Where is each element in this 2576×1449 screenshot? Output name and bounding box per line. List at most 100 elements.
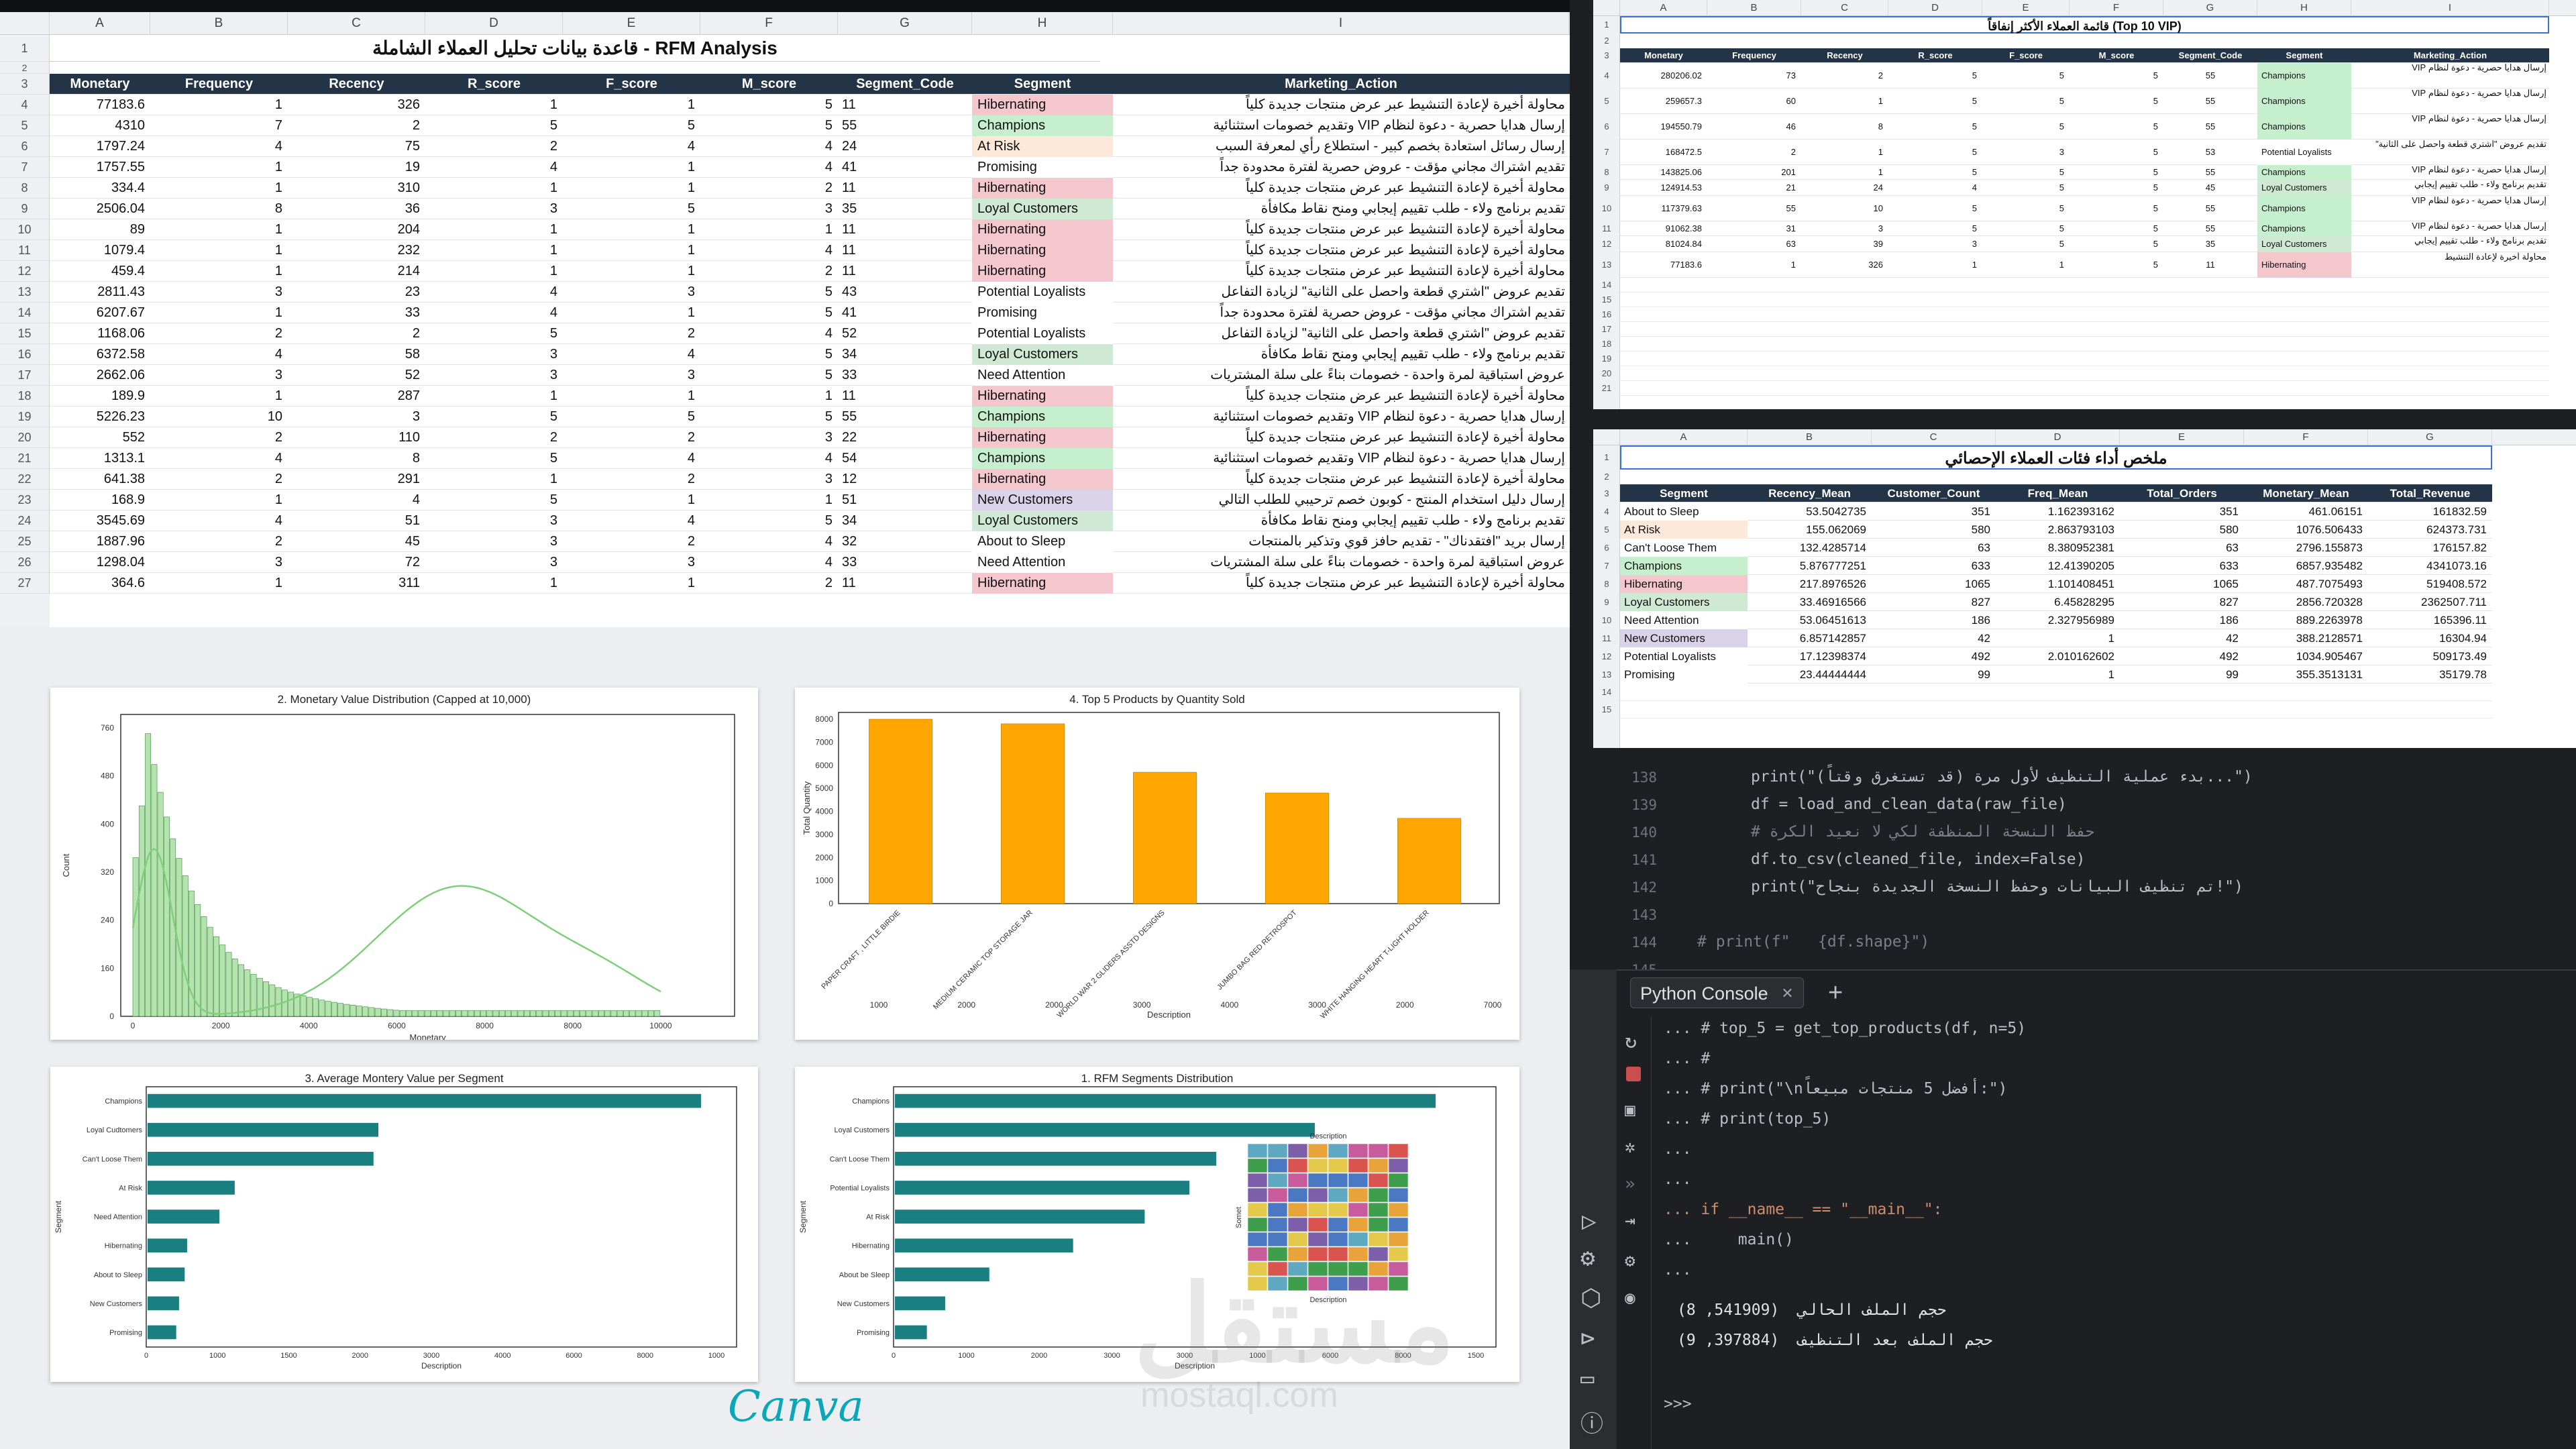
table-cell[interactable]: 176157.82: [2368, 539, 2492, 557]
table-cell[interactable]: 5: [700, 282, 838, 303]
column-header[interactable]: B: [1707, 0, 1801, 16]
table-cell[interactable]: 42: [2120, 629, 2244, 647]
table-cell[interactable]: 1: [563, 386, 700, 407]
row-number[interactable]: 17: [1593, 322, 1620, 337]
table-cell[interactable]: 6857.935482: [2244, 557, 2368, 575]
table-cell[interactable]: Champions: [2257, 89, 2351, 114]
table-cell[interactable]: إرسال هدايا حصرية - دعوة لنظام VIP: [2351, 221, 2549, 236]
table-cell[interactable]: 1: [563, 178, 700, 199]
table-cell[interactable]: 5226.23: [50, 407, 150, 427]
table-cell[interactable]: 492: [1872, 647, 1996, 665]
row-number[interactable]: 8: [1593, 165, 1620, 180]
table-cell[interactable]: 3: [425, 344, 563, 365]
row-number[interactable]: 7: [1593, 140, 1620, 165]
table-row[interactable]: 259657.3 60 1 5 5 5 55 Champions إرسال هدايا حصر…: [1620, 89, 2549, 114]
column-header[interactable]: D: [1888, 0, 1982, 16]
table-cell[interactable]: 1: [1996, 629, 2120, 647]
table-cell[interactable]: 1: [563, 303, 700, 323]
table-cell[interactable]: 55: [2163, 221, 2257, 236]
table-cell[interactable]: 33: [838, 365, 972, 386]
table-row[interactable]: 77183.6 1 326 1 1 5 11 Hibernating محاولة أخيرة …: [50, 95, 1570, 115]
row-number[interactable]: 5: [1593, 521, 1620, 539]
table-cell[interactable]: Potential Loyalists: [1620, 647, 1748, 665]
table-cell[interactable]: 52: [288, 365, 425, 386]
table-cell[interactable]: 1: [425, 261, 563, 282]
table-cell[interactable]: 55: [1707, 196, 1801, 221]
column-header[interactable]: I: [1113, 12, 1569, 35]
table-cell[interactable]: 186: [2120, 611, 2244, 629]
table-cell[interactable]: 4: [1888, 180, 1982, 196]
table-cell[interactable]: 5: [700, 511, 838, 531]
table-cell[interactable]: 3: [1982, 140, 2070, 165]
table-row[interactable]: 1079.4 1 232 1 1 4 11 Hibernating محاولة أخيرة ل…: [50, 240, 1570, 261]
table-cell[interactable]: تقديم برنامج ولاء - طلب تقييم إيجابي ومن…: [1113, 199, 1569, 219]
table-cell[interactable]: 23: [288, 282, 425, 303]
table-cell[interactable]: Hibernating: [972, 573, 1113, 594]
table-cell[interactable]: 5: [700, 115, 838, 136]
table-cell[interactable]: 827: [2120, 593, 2244, 611]
table-cell[interactable]: 33.46916566: [1748, 593, 1872, 611]
table-cell[interactable]: 35: [838, 199, 972, 219]
table-cell[interactable]: 143825.06: [1620, 165, 1707, 180]
row-number[interactable]: 15: [0, 323, 50, 344]
table-cell[interactable]: 280206.02: [1620, 63, 1707, 89]
row-number[interactable]: 15: [1593, 701, 1620, 718]
table-row[interactable]: 3545.69 4 51 3 4 5 34 Loyal Customers تقديم برنا…: [50, 511, 1570, 531]
table-cell[interactable]: 73: [1707, 63, 1801, 89]
table-cell[interactable]: 5: [563, 115, 700, 136]
table-cell[interactable]: 4: [150, 136, 288, 157]
table-cell[interactable]: إرسال هدايا حصرية - دعوة لنظام VIP وتقدي…: [1113, 407, 1569, 427]
table-cell[interactable]: 53: [2163, 140, 2257, 165]
table-cell[interactable]: 326: [1801, 252, 1888, 278]
table-cell[interactable]: 2.010162602: [1996, 647, 2120, 665]
table-cell[interactable]: عروض استباقية لمرة واحدة - خصومات بناءً …: [1113, 365, 1569, 386]
table-cell[interactable]: 1: [563, 219, 700, 240]
table-cell[interactable]: محاولة أخيرة لإعادة التنشيط عبر عرض منتج…: [1113, 240, 1569, 261]
table-cell[interactable]: 2: [150, 323, 288, 344]
table-cell[interactable]: 1: [150, 178, 288, 199]
row-number[interactable]: 12: [0, 261, 50, 282]
table-cell[interactable]: تقديم عروض "اشتري قطعة واحصل على الثانية…: [1113, 323, 1569, 344]
run-icon[interactable]: ▷: [1582, 1208, 1597, 1235]
table-cell[interactable]: إرسال هدايا حصرية - دعوة لنظام VIP: [2351, 165, 2549, 180]
table-cell[interactable]: 4: [150, 511, 288, 531]
table-cell[interactable]: 2.863793103: [1996, 521, 2120, 539]
row-number[interactable]: 15: [1593, 292, 1620, 307]
table-row[interactable]: 1887.96 2 45 3 2 4 32 About to Sleep إرسال بريد …: [50, 531, 1570, 552]
table-cell[interactable]: 4: [150, 344, 288, 365]
table-cell[interactable]: 32: [838, 531, 972, 552]
table-cell[interactable]: 2: [425, 427, 563, 448]
table-cell[interactable]: 5: [1888, 114, 1982, 140]
table-cell[interactable]: 5: [1982, 165, 2070, 180]
table-row[interactable]: 334.4 1 310 1 1 2 11 Hibernating محاولة أخيرة لإ…: [50, 178, 1570, 199]
table-cell[interactable]: 5: [425, 448, 563, 469]
table-cell[interactable]: 39: [1801, 236, 1888, 252]
table-cell[interactable]: 1797.24: [50, 136, 150, 157]
table-cell[interactable]: 4: [700, 136, 838, 157]
rerun-icon[interactable]: ↻: [1625, 1030, 1637, 1053]
row-number[interactable]: 4: [1593, 63, 1620, 89]
row-number[interactable]: 26: [0, 552, 50, 573]
table-cell[interactable]: 55: [2163, 196, 2257, 221]
row-number[interactable]: 11: [1593, 629, 1620, 647]
table-cell[interactable]: 5: [425, 115, 563, 136]
table-cell[interactable]: 5: [700, 95, 838, 115]
table-cell[interactable]: 161832.59: [2368, 502, 2492, 521]
table-cell[interactable]: 6207.67: [50, 303, 150, 323]
table-row[interactable]: 1757.55 1 19 4 1 4 41 Promising تقديم اشتراك مجا…: [50, 157, 1570, 178]
table-cell[interactable]: 58: [288, 344, 425, 365]
table-cell[interactable]: 1065: [1872, 575, 1996, 593]
table-cell[interactable]: 4: [700, 552, 838, 573]
table-cell[interactable]: 55: [2163, 114, 2257, 140]
table-cell[interactable]: 5: [700, 365, 838, 386]
table-cell[interactable]: 4: [563, 344, 700, 365]
table-cell[interactable]: 509173.49: [2368, 647, 2492, 665]
table-cell[interactable]: 11: [838, 261, 972, 282]
row-number[interactable]: 7: [0, 157, 50, 178]
table-cell[interactable]: 3: [425, 199, 563, 219]
row-number[interactable]: 14: [0, 303, 50, 323]
table-cell[interactable]: 3: [700, 427, 838, 448]
table-row[interactable]: New Customers 6.857142857 42 1 42 388.2128571…: [1620, 629, 2492, 647]
table-cell[interactable]: 1065: [2120, 575, 2244, 593]
table-row[interactable]: 77183.6 1 326 1 1 5 11 Hibernating محاولة أخيرة …: [1620, 252, 2549, 278]
